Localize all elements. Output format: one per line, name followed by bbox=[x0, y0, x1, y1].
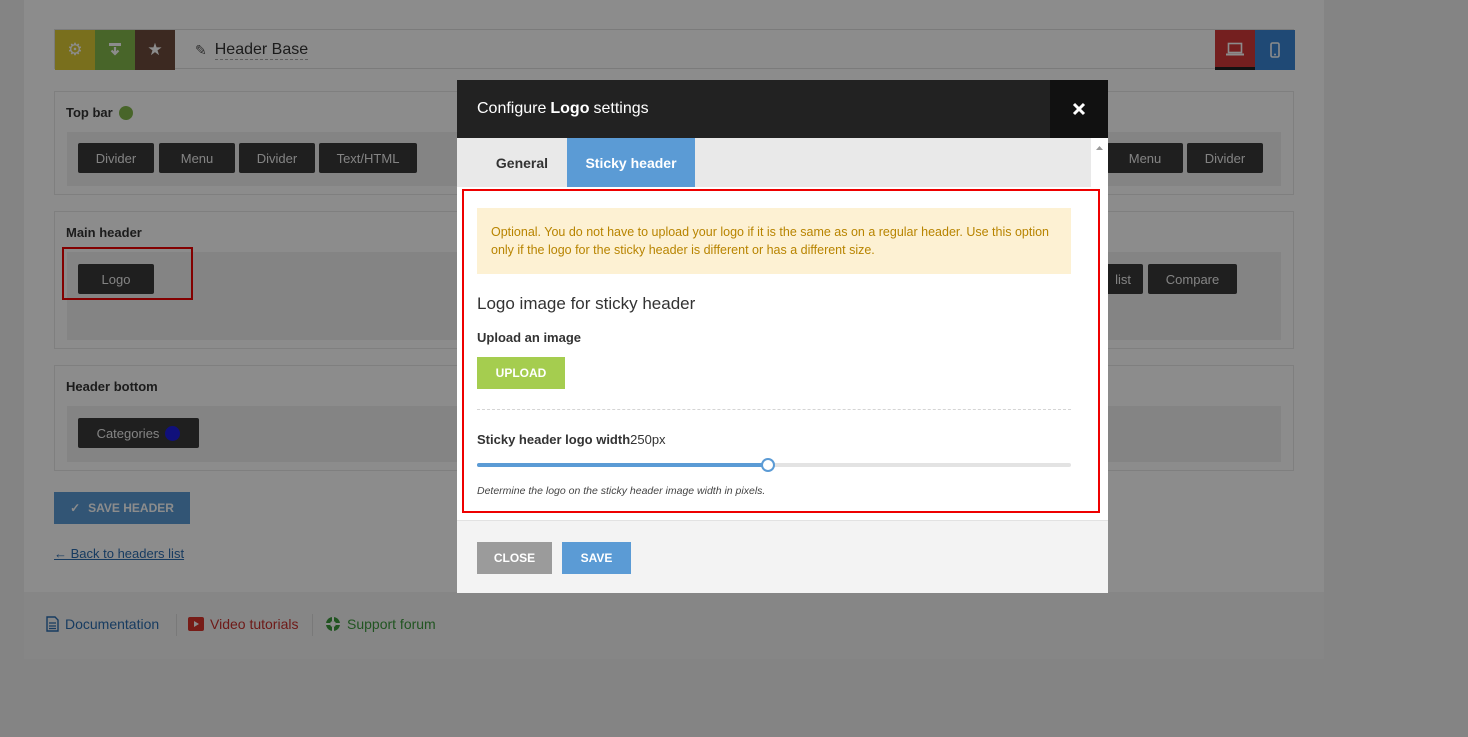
scroll-up-icon bbox=[1096, 146, 1103, 150]
modal-tabs: General Sticky header bbox=[457, 138, 1091, 187]
tab-general[interactable]: General bbox=[477, 138, 567, 187]
save-button[interactable]: SAVE bbox=[562, 542, 631, 574]
close-icon bbox=[1072, 102, 1086, 116]
modal-close-button[interactable] bbox=[1050, 80, 1108, 138]
modal-header: Configure Logo settings bbox=[457, 80, 1108, 138]
highlight-box bbox=[462, 189, 1100, 513]
tab-sticky-header[interactable]: Sticky header bbox=[567, 138, 695, 187]
modal-footer: CLOSE SAVE bbox=[457, 520, 1108, 593]
close-button[interactable]: CLOSE bbox=[477, 542, 552, 574]
modal-title: Configure Logo settings bbox=[477, 100, 649, 117]
